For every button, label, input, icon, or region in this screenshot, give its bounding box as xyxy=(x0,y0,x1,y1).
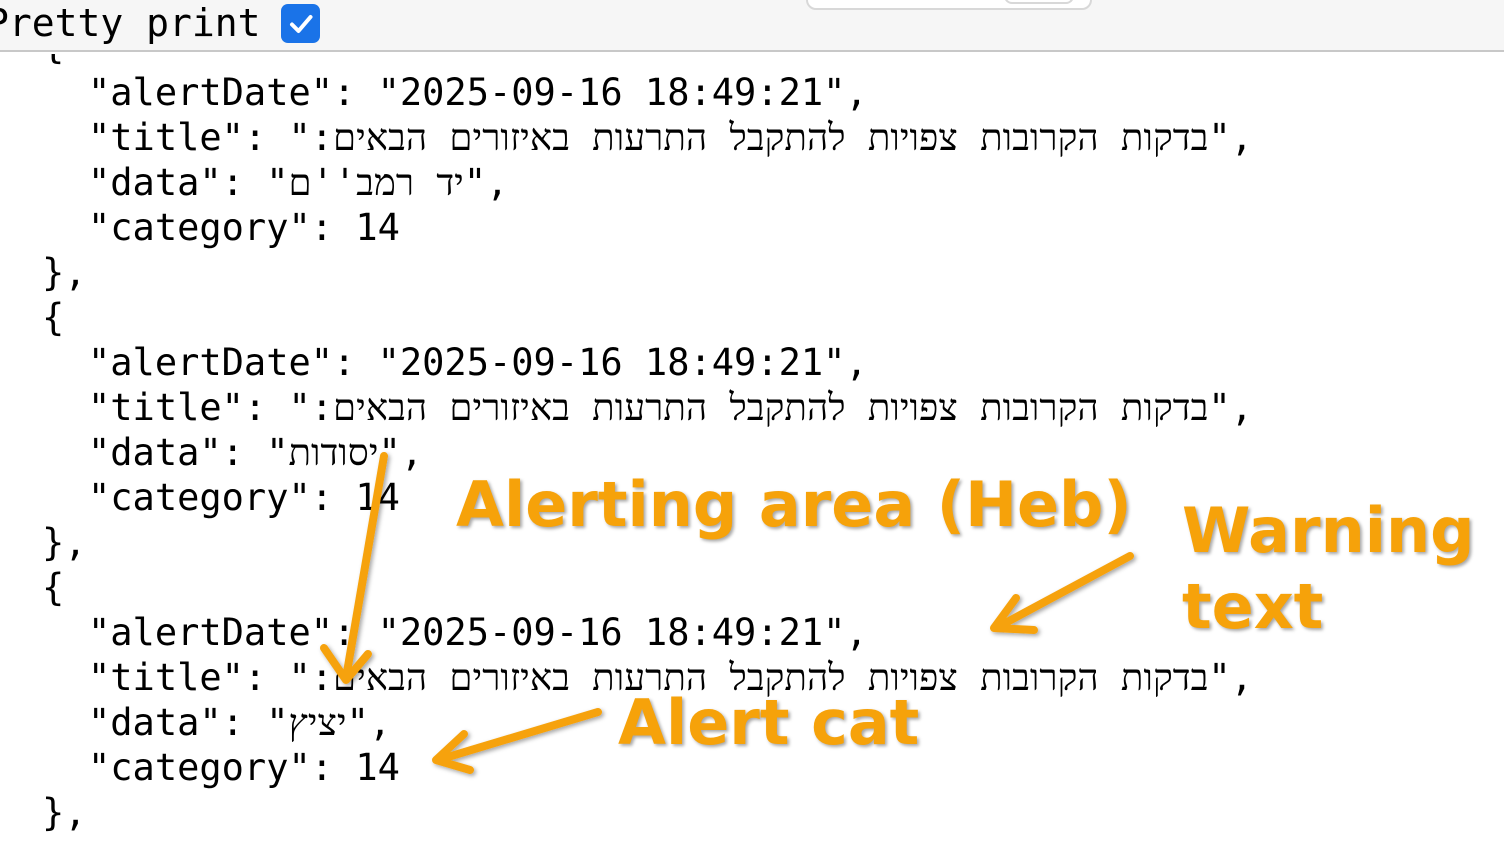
json-key: "title" xyxy=(88,116,244,159)
pretty-print-checkbox[interactable] xyxy=(281,4,320,43)
json-key: "category" xyxy=(88,746,311,789)
annotation-warning-text-line1: Warning xyxy=(1182,494,1475,567)
json-number: 14 xyxy=(355,206,400,249)
json-key: "category" xyxy=(88,476,311,519)
annotation-alert-cat: Alert cat xyxy=(618,686,920,759)
hebrew-title-text: בדקות הקרובות צפויות להתקבל התרעות באיזו… xyxy=(310,116,1209,159)
title-line: "title": "בדקות הקרובות צפויות להתקבל הת… xyxy=(88,386,1253,429)
category-line: "category": 14 xyxy=(88,206,400,249)
json-string: "2025-09-16 18:49:21" xyxy=(377,611,846,654)
record-close-brace: }, xyxy=(42,521,87,564)
hebrew-area-text: יסודות xyxy=(288,431,379,474)
hebrew-area-text: יציץ xyxy=(288,701,347,744)
category-line: "category": 14 xyxy=(88,476,400,519)
hebrew-area-text: יד רמב''ם xyxy=(288,161,464,204)
json-number: 14 xyxy=(355,746,400,789)
json-string: "2025-09-16 18:49:21" xyxy=(377,71,846,114)
json-key: "data" xyxy=(88,161,222,204)
title-line: "title": "בדקות הקרובות צפויות להתקבל הת… xyxy=(88,116,1253,159)
record-close-brace: }, xyxy=(42,791,87,834)
json-string: "2025-09-16 18:49:21" xyxy=(377,341,846,384)
json-key: "data" xyxy=(88,431,222,474)
json-key: "title" xyxy=(88,656,244,699)
alertdate-line: "alertDate": "2025-09-16 18:49:21", xyxy=(88,71,868,114)
record-close-brace: }, xyxy=(42,251,87,294)
json-key: "alertDate" xyxy=(88,341,334,384)
find-bar-fragment xyxy=(806,0,1092,10)
category-line: "category": 14 xyxy=(88,746,400,789)
data-line: "data": "יסודות", xyxy=(88,431,424,474)
hebrew-title-text: בדקות הקרובות צפויות להתקבל התרעות באיזו… xyxy=(310,386,1209,429)
json-key: "alertDate" xyxy=(88,611,334,654)
json-key: "title" xyxy=(88,386,244,429)
json-key: "data" xyxy=(88,701,222,744)
partial-open-brace: { xyxy=(42,54,64,68)
alertdate-line: "alertDate": "2025-09-16 18:49:21", xyxy=(88,611,868,654)
data-line: "data": "יד רמב''ם", xyxy=(88,161,509,204)
checkmark-icon xyxy=(289,14,312,33)
annotation-warning-text-line2: text xyxy=(1182,570,1324,643)
json-number: 14 xyxy=(355,476,400,519)
annotation-alerting-area: Alerting area (Heb) xyxy=(456,468,1132,541)
record-open-brace: { xyxy=(42,296,65,339)
viewer-toolbar: Pretty print xyxy=(0,0,1504,52)
record-open-brace: { xyxy=(42,566,65,609)
json-key: "category" xyxy=(88,206,311,249)
data-line: "data": "יציץ", xyxy=(88,701,392,744)
json-key: "alertDate" xyxy=(88,71,334,114)
alertdate-line: "alertDate": "2025-09-16 18:49:21", xyxy=(88,341,868,384)
pretty-print-label: Pretty print xyxy=(0,1,261,45)
